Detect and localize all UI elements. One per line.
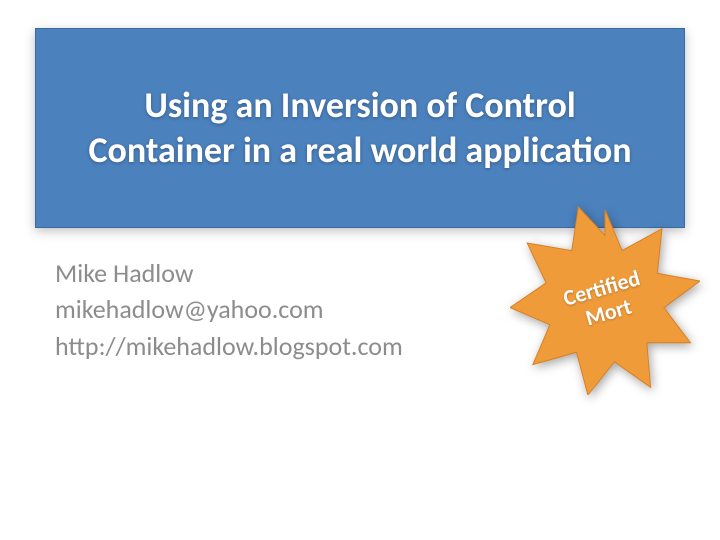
author-email: mikehadlow@yahoo.com (55, 291, 403, 327)
author-block: Mike Hadlow mikehadlow@yahoo.com http://… (55, 255, 403, 364)
title-panel: Using an Inversion of Control Container … (35, 28, 685, 228)
author-name: Mike Hadlow (55, 255, 403, 291)
author-url: http://mikehadlow.blogspot.com (55, 328, 403, 364)
certified-badge: Certified Mort (510, 205, 700, 395)
badge-text: Certified Mort (560, 265, 649, 335)
slide-title: Using an Inversion of Control Container … (76, 83, 644, 173)
